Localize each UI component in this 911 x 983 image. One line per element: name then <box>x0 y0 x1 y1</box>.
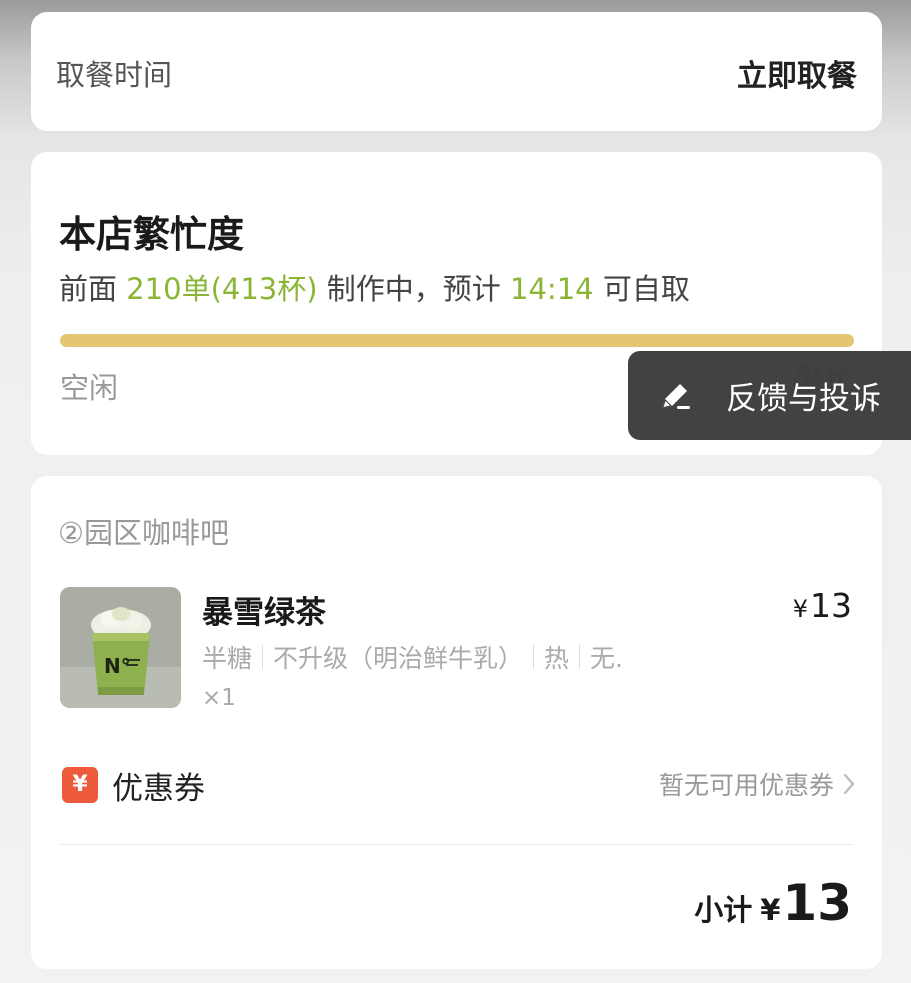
queue-info-middle: 制作中，预计 <box>326 272 501 306</box>
feedback-complaint-button[interactable]: 反馈与投诉 <box>628 351 911 440</box>
product-quantity: ×1 <box>202 685 236 711</box>
subtotal-value: 13 <box>782 874 852 932</box>
subtotal-label: 小计 <box>694 893 753 927</box>
queue-info-suffix: 可自取 <box>602 272 690 306</box>
pickup-time-label: 取餐时间 <box>56 58 173 92</box>
pickup-time-card[interactable]: 取餐时间 立即取餐 <box>31 12 882 131</box>
product-name: 暴雪绿茶 <box>202 595 326 631</box>
feedback-label: 反馈与投诉 <box>726 381 881 417</box>
product-price: ¥13 <box>793 586 852 625</box>
edit-pencil-icon <box>662 383 690 409</box>
product-specs: 半糖 不升级（明治鲜牛乳） 热 无. <box>202 639 623 675</box>
product-price-value: 13 <box>810 586 852 625</box>
queue-info-prefix: 前面 <box>59 272 118 306</box>
coupon-selector[interactable]: 暂无可用优惠券 <box>659 766 856 802</box>
spec-sweetness: 半糖 <box>202 644 253 673</box>
queue-info: 前面 210单(413杯) 制作中，预计 14:14 可自取 <box>59 266 690 308</box>
scale-min-label: 空闲 <box>60 371 119 405</box>
spec-divider <box>579 645 581 669</box>
spec-divider <box>533 645 535 669</box>
product-price-currency: ¥ <box>792 595 808 623</box>
coupon-label: 优惠券 <box>112 771 205 807</box>
busyness-title: 本店繁忙度 <box>59 213 244 256</box>
order-card: ②园区咖啡吧 N° 暴雪绿茶 ¥13 半糖 不升级（明治鲜牛乳） 热 无. ×1… <box>31 476 882 969</box>
spec-milk: 不升级（明治鲜牛乳） <box>273 644 524 673</box>
coupon-status-text: 暂无可用优惠券 <box>658 771 834 800</box>
orders-ahead-count: 210单(413杯) <box>126 272 318 306</box>
green-tea-cup-image: N° <box>60 587 181 708</box>
eta-time: 14:14 <box>510 272 594 306</box>
subtotal-currency: ¥ <box>760 893 781 927</box>
spec-divider <box>262 645 264 669</box>
product-image[interactable]: N° <box>60 587 181 708</box>
chevron-right-icon <box>843 773 855 795</box>
spec-temperature: 热 <box>544 644 570 673</box>
divider <box>60 844 854 845</box>
subtotal: 小计 ¥ 13 <box>694 874 852 932</box>
store-name: ②园区咖啡吧 <box>58 516 229 550</box>
coupon-yen-icon: ¥ <box>62 767 98 803</box>
spec-extra: 无. <box>590 644 623 673</box>
pickup-time-value[interactable]: 立即取餐 <box>737 51 857 95</box>
busyness-bar <box>60 334 854 347</box>
busyness-bar-fill <box>60 334 854 347</box>
